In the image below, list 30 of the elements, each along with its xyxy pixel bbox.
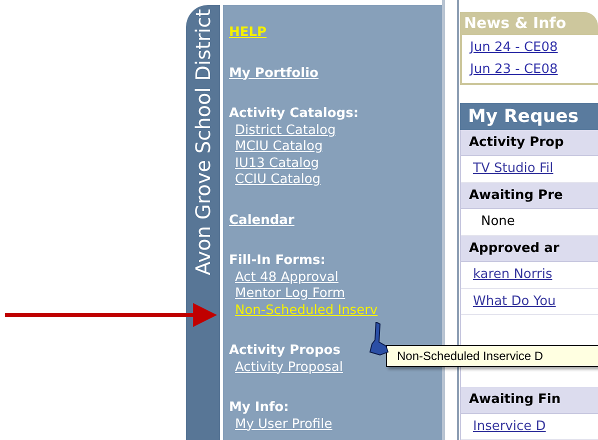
sidebar-link[interactable]: Non-Scheduled Inserv: [235, 302, 378, 319]
sidebar-link[interactable]: IU13 Catalog: [235, 156, 319, 172]
request-link[interactable]: karen Norris: [473, 265, 552, 284]
sidebar-link[interactable]: Activity Proposal: [235, 360, 343, 376]
section-row: Approved ar: [461, 236, 598, 262]
section-heading: Activity Catalogs:: [229, 106, 359, 122]
sidebar-link[interactable]: MCIU Catalog: [235, 139, 323, 156]
section-heading: Activity Propos: [229, 343, 340, 360]
sidebar-link[interactable]: CCIU Catalog: [235, 172, 321, 188]
request-text: None: [481, 213, 515, 231]
section-row: Activity Prop: [461, 130, 598, 156]
section-row: Awaiting Fin: [461, 387, 598, 414]
tooltip: Non-Scheduled Inservice D: [386, 345, 598, 367]
news-link[interactable]: Jun 24 - CE08: [462, 36, 598, 59]
sidebar-link[interactable]: Mentor Log Form: [235, 286, 346, 302]
district-name: Avon Grove School District: [193, 9, 213, 276]
section-heading: My Info:: [229, 400, 289, 416]
sidebar-link[interactable]: District Catalog: [235, 122, 336, 139]
request-link[interactable]: Inservice D: [473, 416, 546, 436]
section-heading: Fill-In Forms:: [229, 253, 326, 270]
section-row: Awaiting Pre: [461, 182, 598, 209]
request-link[interactable]: TV Studio Fil: [473, 159, 554, 178]
sidebar-link[interactable]: Act 48 Approval: [235, 270, 338, 286]
requests-header: My Reques: [460, 102, 598, 130]
request-link[interactable]: What Do You: [473, 292, 556, 311]
sidebar-link[interactable]: My User Profile: [235, 416, 332, 433]
sidebar-link[interactable]: HELP: [229, 25, 267, 42]
sidebar-link[interactable]: My Portfolio: [229, 66, 318, 82]
news-link[interactable]: Jun 23 - CE08: [462, 58, 598, 81]
sidebar-link[interactable]: Calendar: [229, 212, 294, 229]
